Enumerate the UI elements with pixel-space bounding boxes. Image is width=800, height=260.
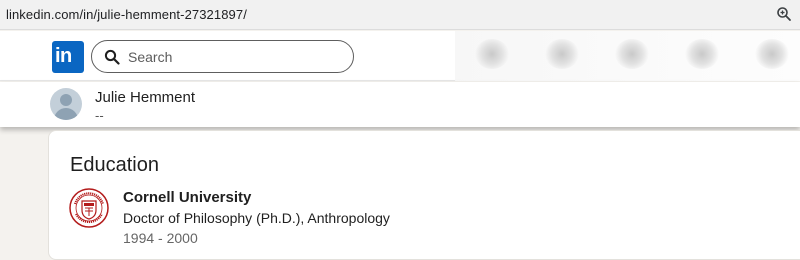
blurred-nav-icon — [475, 39, 509, 69]
blurred-nav-items — [455, 31, 800, 81]
date-range: 1994 - 2000 — [123, 230, 198, 246]
cornell-seal-icon[interactable] — [69, 188, 109, 228]
url-text[interactable]: linkedin.com/in/julie-hemment-27321897/ — [6, 7, 247, 22]
global-nav: in — [0, 31, 800, 81]
blurred-nav-icon — [685, 39, 719, 69]
search-box[interactable] — [91, 40, 354, 73]
profile-name: Julie Hemment — [95, 89, 196, 106]
education-card: Education Cornell University Doctor of P… — [48, 130, 800, 260]
browser-url-bar[interactable]: linkedin.com/in/julie-hemment-27321897/ — [0, 0, 800, 30]
blurred-nav-icon — [755, 39, 789, 69]
profile-headline: -- — [95, 108, 104, 123]
blurred-nav-icon — [615, 39, 649, 69]
degree-text: Doctor of Philosophy (Ph.D.), Anthropolo… — [123, 210, 390, 226]
default-avatar-icon[interactable] — [50, 88, 82, 120]
section-title: Education — [70, 154, 159, 176]
school-name[interactable]: Cornell University — [123, 189, 251, 206]
profile-sticky-header: Julie Hemment -- — [0, 82, 800, 127]
search-icon — [104, 49, 120, 65]
linkedin-logo-icon[interactable]: in — [52, 41, 84, 73]
search-input[interactable] — [128, 47, 338, 67]
zoom-icon[interactable] — [776, 6, 792, 22]
logo-text: in — [55, 45, 72, 67]
avatar-body-shape — [54, 108, 78, 120]
avatar-head-shape — [60, 94, 72, 106]
blurred-nav-icon — [545, 39, 579, 69]
